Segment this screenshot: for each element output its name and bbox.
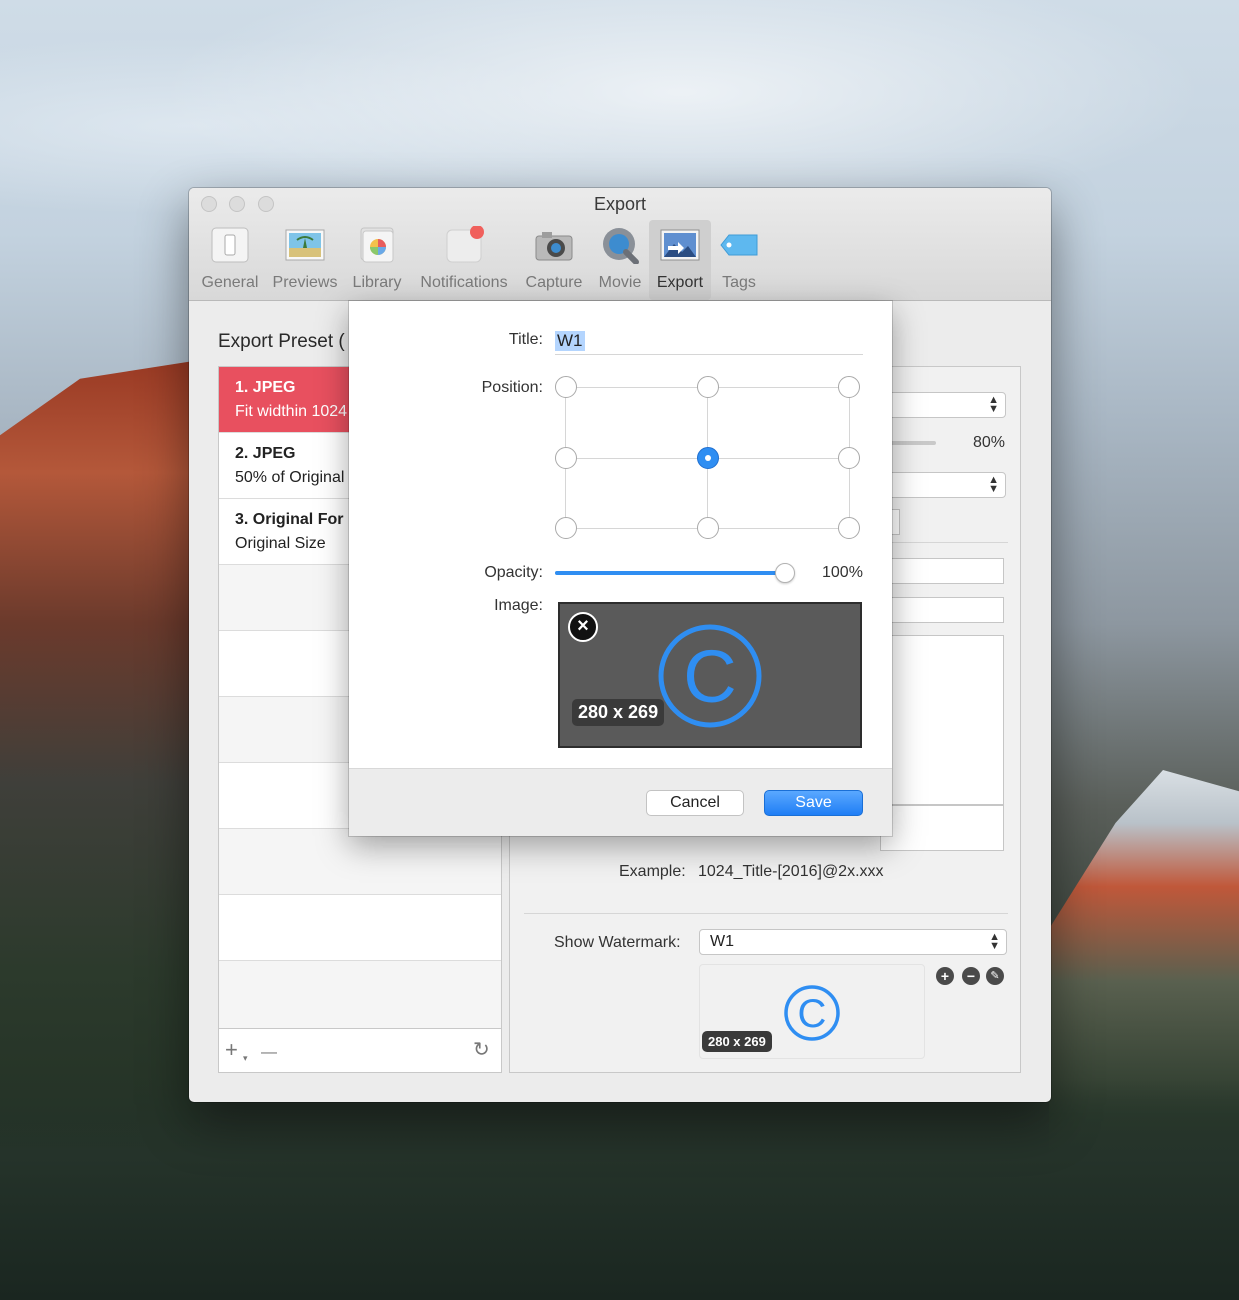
title-input-value: W1 (555, 331, 585, 351)
position-middle-left-radio[interactable] (555, 447, 577, 469)
prefix-field[interactable] (880, 558, 1004, 584)
quicktime-icon (603, 228, 639, 264)
add-menu-chevron-icon[interactable]: ▾ (243, 1047, 248, 1069)
filename-token-field[interactable] (880, 805, 1004, 851)
updown-chevron-icon: ▲ ▼ (988, 394, 999, 415)
toolbar-capture[interactable]: Capture (521, 220, 587, 300)
toolbar-label: General (201, 274, 259, 291)
position-grid (555, 376, 860, 539)
toolbar-movie[interactable]: Movie (593, 220, 647, 300)
format-popup[interactable]: ▲ ▼ (880, 392, 1006, 418)
notification-icon (446, 226, 484, 263)
camera-icon (535, 232, 573, 261)
opacity-slider-fill (555, 571, 785, 575)
photos-icon (360, 227, 394, 263)
position-center-radio[interactable] (697, 447, 719, 469)
toolbar-label: Previews (272, 274, 338, 291)
refresh-icon[interactable]: ↻ (473, 1039, 490, 1061)
watermark-popup[interactable]: W1 ▲ ▼ (699, 929, 1007, 955)
remove-preset-button[interactable]: — (261, 1042, 277, 1064)
sheet-body: Title: W1 Position: Opacity: 100% Image:… (349, 301, 892, 769)
edit-watermark-button[interactable]: ✎ (986, 967, 1004, 985)
watermark-size-badge: 280 x 269 (702, 1031, 772, 1052)
empty-row (219, 961, 501, 1029)
toolbar-label: Movie (598, 274, 642, 291)
toolbar-export[interactable]: Export (649, 220, 711, 300)
cancel-button[interactable]: Cancel (646, 790, 744, 816)
position-top-center-radio[interactable] (697, 376, 719, 398)
position-bottom-center-radio[interactable] (697, 517, 719, 539)
window-title: Export (593, 194, 647, 214)
image-size-badge: 280 x 269 (572, 699, 665, 726)
position-label: Position: (481, 379, 543, 396)
titlebar: Export General Previews Library Notifica… (189, 188, 1051, 301)
size-popup[interactable]: ▲ ▼ (880, 472, 1006, 498)
empty-row (219, 895, 501, 961)
suffix-field[interactable] (880, 597, 1004, 623)
toolbar-general[interactable]: General (197, 220, 263, 300)
preset-heading: Export Preset ( (218, 331, 345, 352)
position-middle-right-radio[interactable] (838, 447, 860, 469)
opacity-value: 100% (822, 564, 863, 581)
watermark-popup-value: W1 (710, 933, 734, 950)
divider (880, 542, 1008, 543)
position-top-right-radio[interactable] (838, 376, 860, 398)
empty-row (219, 829, 501, 895)
opacity-label: Opacity: (484, 564, 543, 581)
toolbar-tags[interactable]: Tags (713, 220, 765, 300)
copyright-icon: C (658, 624, 762, 728)
filename-format-box[interactable] (880, 635, 1004, 805)
example-label: Example: (619, 863, 686, 880)
preset-list-footer: + ▾ — ↻ (219, 1028, 501, 1072)
title-label: Title: (508, 331, 543, 348)
updown-chevron-icon: ▲ ▼ (989, 931, 1000, 952)
toolbar-previews[interactable]: Previews (269, 220, 341, 300)
opacity-slider-knob[interactable] (775, 563, 795, 583)
title-input[interactable]: W1 (555, 329, 863, 355)
toolbar-label: Tags (722, 274, 756, 291)
toolbar-label: Notifications (420, 274, 508, 291)
image-label: Image: (494, 597, 543, 614)
save-button[interactable]: Save (764, 790, 863, 816)
picture-icon (285, 229, 325, 261)
watermark-edit-sheet: Title: W1 Position: Opacity: 100% Image:… (349, 301, 892, 836)
wallpaper-forest (0, 1080, 1239, 1300)
switch-icon (211, 227, 249, 263)
toolbar-label: Capture (525, 274, 583, 291)
watermark-label: Show Watermark: (554, 934, 681, 951)
position-bottom-left-radio[interactable] (555, 517, 577, 539)
quality-value: 80% (973, 434, 1006, 451)
tag-icon (720, 234, 758, 256)
updown-chevron-icon: ▲ ▼ (988, 474, 999, 495)
watermark-image-well[interactable]: C × 280 x 269 (558, 602, 862, 748)
export-icon (660, 229, 700, 261)
remove-image-close-icon[interactable]: × (568, 612, 598, 642)
position-bottom-right-radio[interactable] (838, 517, 860, 539)
toolbar-library[interactable]: Library (347, 220, 407, 300)
position-top-left-radio[interactable] (555, 376, 577, 398)
toolbar-label: Export (656, 274, 704, 291)
toolbar-label: Library (352, 274, 402, 291)
copyright-symbol: C (683, 635, 736, 718)
toolbar-notifications[interactable]: Notifications (413, 220, 515, 300)
copyright-icon: C (784, 985, 840, 1041)
watermark-preview: C 280 x 269 (699, 964, 925, 1059)
add-watermark-button[interactable]: + (936, 967, 954, 985)
opacity-slider[interactable] (555, 563, 795, 583)
remove-watermark-button[interactable]: − (962, 967, 980, 985)
copyright-symbol: C (798, 992, 827, 1036)
divider (524, 913, 1008, 914)
example-value: 1024_Title-[2016]@2x.xxx (698, 863, 884, 880)
add-preset-button[interactable]: + (225, 1039, 238, 1061)
